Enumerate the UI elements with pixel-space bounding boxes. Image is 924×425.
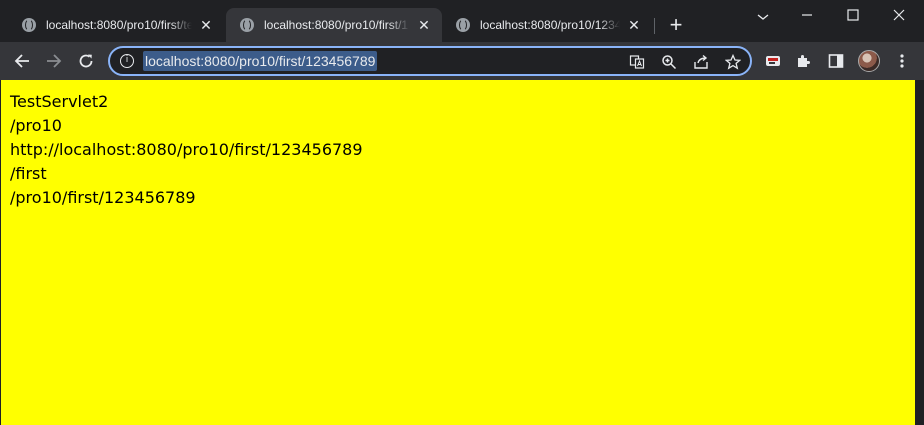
maximize-button[interactable]	[830, 0, 876, 30]
servlet-name: TestServlet2	[10, 92, 109, 111]
request-url: http://localhost:8080/pro10/first/123456…	[10, 140, 363, 159]
minimize-icon	[757, 14, 769, 20]
context-path: /pro10	[10, 116, 62, 135]
back-icon[interactable]	[8, 47, 36, 75]
tab-title: localhost:8080/pro10/first/1	[264, 18, 409, 32]
close-icon[interactable]: ✕	[416, 17, 432, 33]
reload-icon[interactable]	[72, 47, 100, 75]
globe-icon	[240, 18, 254, 32]
star-icon[interactable]	[722, 51, 744, 73]
url-text[interactable]: localhost:8080/pro10/first/123456789	[143, 51, 378, 71]
forward-icon[interactable]	[40, 47, 68, 75]
address-bar[interactable]: i localhost:8080/pro10/first/123456789	[108, 46, 752, 76]
close-icon	[893, 9, 905, 21]
zoom-icon[interactable]	[658, 51, 680, 73]
close-icon[interactable]: ✕	[198, 17, 214, 33]
side-panel-icon[interactable]	[822, 47, 850, 75]
tab-1[interactable]: localhost:8080/pro10/first/te ✕	[8, 8, 224, 42]
tab-title: localhost:8080/pro10/12345	[480, 18, 620, 32]
share-icon[interactable]	[690, 51, 712, 73]
menu-icon[interactable]	[890, 47, 914, 75]
toolbar: i localhost:8080/pro10/first/123456789	[0, 42, 924, 80]
minimize-window-button[interactable]	[784, 0, 830, 30]
tab-3[interactable]: localhost:8080/pro10/12345 ✕	[442, 8, 652, 42]
minimize-icon	[802, 14, 812, 16]
servlet-path: /first	[10, 164, 47, 183]
puzzle-icon[interactable]	[790, 47, 818, 75]
avatar[interactable]	[858, 50, 880, 72]
request-uri: /pro10/first/123456789	[10, 188, 196, 207]
tab-2[interactable]: localhost:8080/pro10/first/1 ✕	[226, 8, 442, 42]
translate-icon[interactable]	[626, 51, 648, 73]
info-icon[interactable]: i	[120, 54, 134, 68]
window-edge	[915, 80, 924, 425]
tab-divider	[654, 18, 655, 34]
globe-icon	[22, 18, 36, 32]
maximize-icon	[847, 9, 859, 21]
close-icon[interactable]: ✕	[626, 17, 642, 33]
plus-icon[interactable]: +	[664, 14, 688, 38]
title-bar: localhost:8080/pro10/first/te ✕ localhos…	[0, 0, 924, 42]
globe-icon	[456, 18, 470, 32]
tab-title: localhost:8080/pro10/first/te	[46, 18, 192, 32]
close-window-button[interactable]	[876, 0, 922, 30]
servlet-output: TestServlet2 /pro10 http://localhost:808…	[10, 90, 363, 210]
page-content: TestServlet2 /pro10 http://localhost:808…	[1, 80, 915, 425]
extension-icon[interactable]	[760, 47, 788, 75]
minimize-button[interactable]	[740, 0, 786, 30]
